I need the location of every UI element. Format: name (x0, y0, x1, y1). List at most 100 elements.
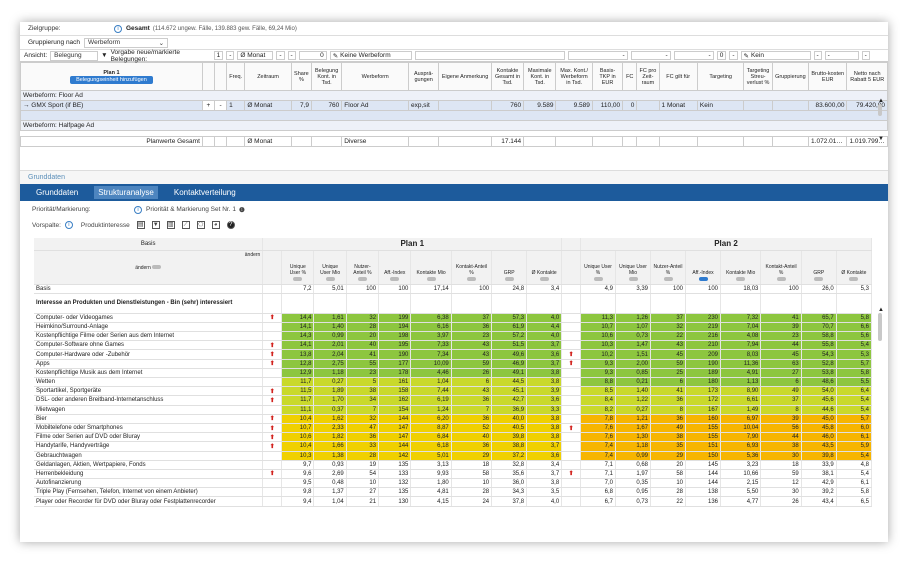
document-icon[interactable]: ▤ (136, 221, 145, 229)
col-header-share[interactable]: Share % (290, 62, 312, 91)
auspraegung-cell[interactable]: exp,sit (407, 100, 440, 111)
sort-toggle-icon[interactable] (776, 277, 786, 281)
sort-toggle-icon[interactable] (504, 277, 514, 281)
col-header-plan2[interactable]: Aff.-Index (685, 250, 721, 285)
col-header-plan1[interactable]: Unique User Mio (313, 250, 347, 285)
max-kont-input[interactable]: - (630, 51, 671, 60)
plan-scrollbar[interactable]: ▲ ▼ (878, 98, 884, 158)
col-header-plan1[interactable]: Aff.-Index (378, 250, 412, 285)
sort-toggle-icon[interactable] (426, 277, 436, 281)
col-header-netto[interactable]: Netto nach Rabatt 5 EUR (846, 62, 888, 91)
bar-chart-icon[interactable]: ▥ (166, 221, 175, 229)
vorspalte-value[interactable]: Produktinteresse (81, 222, 130, 229)
data-row[interactable]: Sportartikel, Sportgeräte ⬆ 11,5 1,89 38 158 7… (34, 386, 872, 397)
anmerkung-cell[interactable] (438, 100, 492, 111)
data-row[interactable]: Geldanlagen, Aktien, Wertpapiere, Fonds 9… (34, 460, 872, 470)
pentagon-icon[interactable]: ⬠ (196, 221, 205, 229)
sort-toggle-icon[interactable] (698, 277, 708, 281)
data-row[interactable]: Player oder Recorder für DVD oder Bluray… (34, 496, 872, 507)
dropdown-arrow-icon[interactable]: ▼ (101, 52, 107, 59)
tab-strukturanalyse[interactable]: Strukturanalyse (94, 186, 158, 199)
belegung-name[interactable]: → GMX Sport (if BE) (20, 100, 203, 111)
streu-input[interactable]: - (813, 51, 822, 60)
zeitraum-select[interactable]: Ø Monat (237, 51, 274, 60)
aendern-link-bottom[interactable]: ändern (36, 264, 260, 272)
zielgruppe-name[interactable]: Gesamt (126, 25, 150, 32)
col-header-belegung[interactable]: Belegung Kont. in Tsd. (310, 62, 343, 91)
filter-icon[interactable]: ▼ (151, 221, 160, 229)
sort-toggle-icon[interactable] (849, 277, 859, 281)
col-header-fc-gilt[interactable]: FC gilt für (658, 62, 698, 91)
data-row[interactable]: Herrenbekleidung ⬆ 9,6 2,69 54 133 9,93 58 35,6 3… (34, 469, 872, 480)
freq-input[interactable]: 1 (213, 51, 224, 60)
scroll-thumb[interactable] (878, 104, 882, 116)
sort-toggle-icon[interactable] (663, 277, 673, 281)
col-header-max-kont[interactable]: Maximale Kont. in Tsd. (523, 62, 557, 91)
col-header-anmerkung[interactable]: Eigene Anmerkung (438, 62, 492, 91)
data-row[interactable]: Computer- oder Videogames ⬆ 14,4 1,61 32 199 6… (34, 313, 872, 323)
col-header-auspraegungen[interactable]: Ausprä-gungen (407, 62, 440, 91)
gruppierung-select[interactable]: Werbeform ⌄ (84, 37, 169, 48)
col-header-gruppierung[interactable]: Gruppierung (771, 62, 810, 91)
werbeform-cell[interactable]: Floor Ad (341, 100, 409, 111)
gruppierung-cell[interactable] (771, 100, 810, 111)
anmerkung-input[interactable] (414, 51, 565, 60)
fc-input[interactable]: 0 (716, 51, 727, 60)
tkp-input[interactable]: - (673, 51, 714, 60)
sort-toggle-icon[interactable] (539, 277, 549, 281)
col-header-plan1[interactable]: Kontakt-Anteil % (451, 250, 493, 285)
ansicht-select[interactable]: Belegung (50, 50, 99, 61)
info-icon[interactable]: i (134, 205, 142, 214)
col-header-plan2[interactable]: Unique User % (580, 250, 616, 285)
col-header-werbeform[interactable]: Werbeform (341, 62, 409, 91)
data-row[interactable]: Computer-Hardware oder -Zubehör ⬆ 13,8 2,04… (34, 349, 872, 360)
sort-toggle-icon[interactable] (628, 277, 638, 281)
data-row[interactable]: Apps ⬆ 12,8 2,75 55 177 10,09 59 46,9 3,7 ⬆ 9,3 2,00… (34, 359, 872, 369)
sort-toggle-icon[interactable] (593, 277, 603, 281)
col-header-plan2[interactable]: Unique User Mio (615, 250, 651, 285)
tkp-cell[interactable]: 110,00 (591, 100, 624, 111)
col-header-tkp[interactable]: Basis-TKP in EUR (591, 62, 624, 91)
col-header-plan1[interactable]: Nutzer-Anteil % (346, 250, 380, 285)
tab-kontaktverteilung[interactable]: Kontaktverteilung (170, 186, 240, 199)
grid-scrollbar[interactable]: ▲ (878, 307, 884, 537)
fc-zeit-input[interactable]: - (729, 51, 738, 60)
prioritaet-value[interactable]: Priorität & Markierung Set Nr. 1 (146, 206, 236, 213)
werbeform-select[interactable]: ✎ Keine Werbeform (329, 51, 412, 60)
sort-toggle-icon[interactable] (390, 277, 400, 281)
share-cell[interactable]: 7,9 (290, 100, 312, 111)
info-dark-icon[interactable]: ❶ (239, 206, 245, 214)
col-header-brutto[interactable]: Brutto-kosten EUR (808, 62, 848, 91)
share-input[interactable]: - (276, 51, 285, 60)
pie-chart-icon[interactable]: ◕ (211, 221, 220, 229)
minus-button[interactable]: - (213, 100, 228, 111)
data-row[interactable]: Handytarife, Handyverträge ⬆ 10,4 1,66 33 144… (34, 441, 872, 452)
data-row[interactable]: Kostenpflichtige Musik aus dem Internet 1… (34, 368, 872, 379)
col-header-plan2[interactable]: Kontakt-Anteil % (760, 250, 802, 285)
add-unit-button[interactable]: Belegungseinheit hinzufügen (70, 75, 153, 84)
data-row[interactable]: DSL- oder anderen Breitband-Internetansc… (34, 395, 872, 406)
data-row[interactable]: Gebrauchtwagen 10,3 1,38 28 142 5,01 29 37,2 3,6… (34, 451, 872, 461)
kontakte-input[interactable]: - (567, 51, 628, 60)
aendern-link-top[interactable]: ändern (36, 252, 261, 259)
col-header-kontakte[interactable]: Kontakte Gesamt in Tsd. (490, 62, 525, 91)
fc-cell[interactable]: 0 (622, 100, 638, 111)
targeting-select[interactable]: ✎ Kein (740, 51, 811, 60)
data-row[interactable]: Wetten 11,7 0,27 5 161 1,04 6 44,5 3,8 8,8 0,21 6 18… (34, 377, 872, 388)
toggle-pill-icon[interactable] (152, 265, 162, 269)
fc-zeitraum-cell[interactable] (636, 100, 660, 111)
belegung-zero[interactable]: 0 (298, 51, 327, 60)
sort-toggle-icon[interactable] (736, 277, 746, 281)
tab-grunddaten[interactable]: Grunddaten (32, 186, 82, 199)
col-header-plan2[interactable]: Nutzer-Anteil % (650, 250, 686, 285)
sort-toggle-icon[interactable] (814, 277, 824, 281)
belegung-row[interactable]: → GMX Sport (if BE) + - 1 Ø Monat 7,9 76… (20, 100, 888, 111)
data-row[interactable]: Bier ⬆ 10,4 1,62 32 144 6,20 36 40,0 3,8 7,8 1,21 36… (34, 414, 872, 424)
line-chart-icon[interactable]: ⟋ (181, 221, 190, 229)
col-header-plan2[interactable]: Kontakte Mio (720, 250, 762, 285)
col-header-plan1[interactable]: Unique User % (281, 250, 315, 285)
scroll-up-icon[interactable]: ▲ (878, 307, 884, 313)
col-header-zeitraum[interactable]: Zeitraum (244, 62, 292, 91)
freq-dash[interactable]: - (226, 51, 235, 60)
section-row-floor-ad[interactable]: Werbeform: Floor Ad (20, 90, 888, 101)
